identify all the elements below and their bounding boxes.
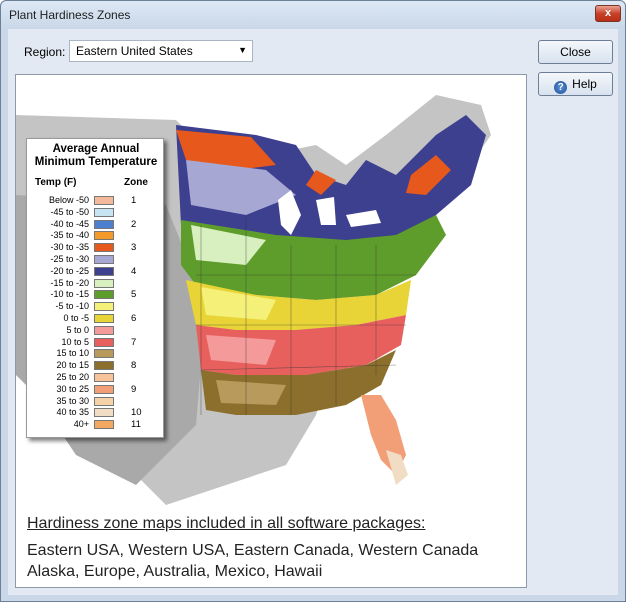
legend-swatch (94, 373, 114, 382)
zone-legend: Average Annual Minimum Temperature Temp … (26, 138, 164, 438)
legend-zone-number: 7 (131, 336, 137, 348)
legend-swatch (94, 219, 114, 229)
legend-row: -45 to -50 (27, 207, 165, 218)
close-button-label: Close (560, 45, 591, 59)
legend-row: 35 to 30 (27, 396, 165, 407)
legend-range: -45 to -50 (50, 206, 89, 217)
legend-zone-number: 10 (131, 407, 142, 419)
legend-swatch (94, 420, 114, 430)
legend-row: -25 to -30 (27, 254, 165, 265)
caption-line-2: Alaska, Europe, Australia, Mexico, Hawai… (27, 563, 323, 580)
chevron-down-icon: ▼ (238, 45, 247, 55)
legend-swatch (94, 278, 114, 288)
legend-range: 10 to 5 (61, 336, 89, 347)
legend-row: Below -50 1 (27, 195, 165, 206)
dialog-body: Region: Eastern United States ▼ Close ? H… (8, 29, 618, 595)
legend-zone-number: 8 (131, 360, 137, 372)
legend-range: -30 to -35 (50, 242, 89, 253)
legend-zone-number: 2 (131, 218, 137, 230)
legend-swatch (94, 231, 114, 241)
dialog-window: Plant Hardiness Zones x Region: Eastern … (0, 0, 626, 602)
legend-zone-number: 1 (131, 195, 137, 206)
map-panel: Average Annual Minimum Temperature Temp … (15, 74, 527, 588)
window-close-button[interactable]: x (595, 5, 621, 22)
legend-swatch (94, 408, 114, 418)
legend-row: 40 to 35 10 (27, 407, 165, 418)
legend-swatch (94, 207, 114, 217)
legend-row: -40 to -45 2 (27, 219, 165, 230)
legend-range: -40 to -45 (50, 218, 89, 229)
legend-title-line-1: Average Annual (52, 143, 140, 155)
legend-row: 30 to 25 9 (27, 384, 165, 395)
legend-swatch (94, 243, 114, 253)
help-icon: ? (554, 81, 568, 94)
legend-row: -5 to -10 (27, 301, 165, 312)
legend-row: 10 to 5 7 (27, 337, 165, 348)
region-dropdown[interactable]: Eastern United States ▼ (69, 40, 253, 62)
legend-row: 40+ 11 (27, 419, 165, 430)
region-selected-value: Eastern United States (76, 44, 193, 58)
legend-row: 0 to -5 6 (27, 313, 165, 324)
caption-heading: Hardiness zone maps included in all soft… (27, 515, 426, 532)
legend-row: 20 to 15 8 (27, 360, 165, 371)
legend-temp-header: Temp (F) (35, 177, 77, 188)
legend-row: -35 to -40 (27, 230, 165, 241)
legend-row: 25 to 20 (27, 372, 165, 383)
legend-range: 35 to 30 (56, 395, 89, 406)
legend-title: Average Annual Minimum Temperature (27, 143, 165, 169)
legend-swatch (94, 314, 114, 323)
help-button-label: Help (572, 77, 597, 91)
legend-swatch (94, 396, 114, 406)
legend-row: -10 to -15 5 (27, 289, 165, 300)
legend-row: -20 to -25 4 (27, 266, 165, 277)
help-button[interactable]: ? Help (538, 72, 613, 96)
legend-swatch (94, 266, 114, 276)
legend-range: 20 to 15 (56, 360, 89, 371)
legend-zone-number: 3 (131, 242, 137, 254)
legend-range: -20 to -25 (50, 265, 89, 276)
legend-swatch (94, 337, 114, 347)
title-bar[interactable]: Plant Hardiness Zones x (1, 1, 625, 29)
legend-row: -15 to -20 (27, 278, 165, 289)
legend-range: -15 to -20 (50, 277, 89, 288)
region-label: Region: (24, 45, 66, 59)
legend-range: -10 to -15 (50, 289, 89, 300)
caption-line-1: Eastern USA, Western USA, Eastern Canada… (27, 542, 479, 559)
legend-range: 30 to 25 (56, 383, 89, 394)
legend-range: 40 to 35 (56, 407, 89, 418)
legend-range: -25 to -30 (50, 254, 89, 264)
legend-range: Below -50 (48, 195, 89, 205)
legend-range: 15 to 10 (56, 348, 89, 359)
legend-row: 5 to 0 (27, 325, 165, 336)
legend-swatch (94, 349, 114, 359)
legend-swatch (94, 361, 114, 371)
legend-swatch (94, 255, 114, 264)
close-button[interactable]: Close (538, 40, 613, 64)
legend-range: 40+ (73, 419, 89, 430)
legend-range: -5 to -10 (55, 301, 89, 312)
legend-zone-number: 6 (131, 313, 137, 324)
legend-zone-number: 5 (131, 289, 137, 301)
legend-title-line-2: Minimum Temperature (34, 156, 158, 168)
legend-row: 15 to 10 (27, 348, 165, 359)
legend-swatch (94, 302, 114, 312)
legend-zone-number: 4 (131, 265, 137, 277)
legend-zone-number: 9 (131, 383, 137, 395)
window-title: Plant Hardiness Zones (9, 8, 131, 22)
legend-range: -35 to -40 (50, 230, 89, 241)
legend-swatch (94, 290, 114, 300)
legend-range: 5 to 0 (66, 324, 89, 335)
legend-swatch (94, 196, 114, 205)
legend-zone-number: 11 (131, 419, 141, 431)
legend-range: 0 to -5 (63, 313, 89, 323)
legend-swatch (94, 325, 114, 335)
legend-swatch (94, 384, 114, 394)
legend-row: -30 to -35 3 (27, 242, 165, 253)
legend-zone-header: Zone (124, 177, 148, 188)
legend-range: 25 to 20 (56, 372, 89, 382)
